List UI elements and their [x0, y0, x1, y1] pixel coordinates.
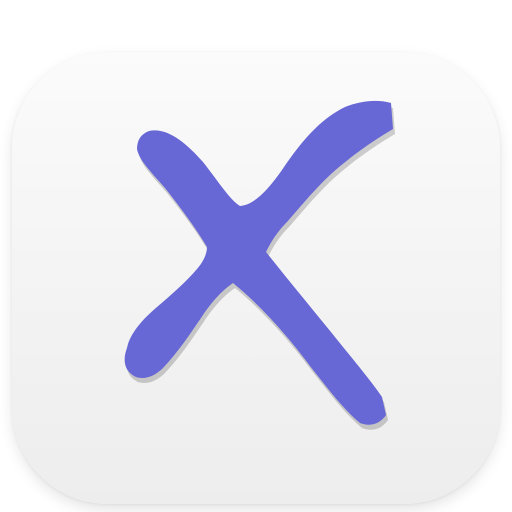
app-icon-tile	[12, 52, 500, 504]
app-icon	[0, 0, 512, 512]
